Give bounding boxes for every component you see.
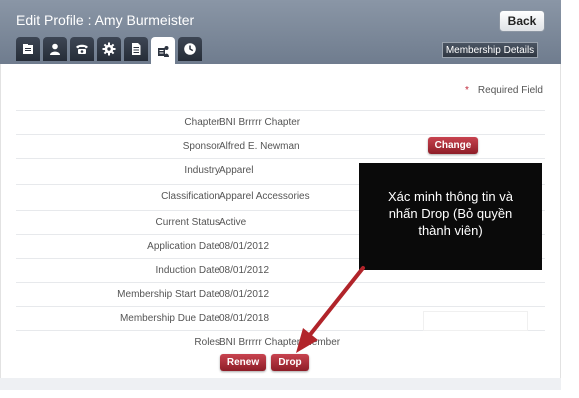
clock-icon (184, 43, 196, 55)
field-label: Application Date (147, 241, 220, 252)
tab-notes[interactable] (124, 37, 148, 61)
phone-icon (76, 44, 88, 54)
membership-icon (158, 45, 169, 57)
page-title: Edit Profile : Amy Burmeister (16, 12, 195, 28)
field-value: Apparel Accessories (219, 191, 310, 202)
required-field-text: Required Field (477, 85, 543, 96)
field-value: BNI Brrrrr Chapter (219, 117, 301, 128)
field-label: Sponsor (182, 141, 220, 152)
field-value: Apparel (219, 165, 254, 176)
required-marker: * (465, 85, 469, 96)
profile-tabs (16, 37, 202, 64)
field-value: 08/01/2012 (219, 289, 270, 300)
tab-settings[interactable] (97, 37, 121, 61)
callout-line: nhấn Drop (Bỏ quyền (388, 206, 513, 221)
tab-phone[interactable] (70, 37, 94, 61)
field-value: 08/01/2012 (219, 265, 270, 276)
tab-document[interactable] (16, 37, 40, 61)
notes-icon (132, 43, 141, 55)
tab-history[interactable] (178, 37, 202, 61)
renew-button[interactable]: Renew (220, 354, 266, 371)
gear-icon (102, 42, 116, 56)
person-icon (50, 43, 60, 55)
tab-person[interactable] (43, 37, 67, 61)
tab-membership[interactable] (151, 37, 175, 64)
document-icon (23, 44, 33, 54)
form-row-roles: Roles BNI Brrrrr Chapter-Member (16, 330, 545, 354)
field-label: Roles (194, 337, 220, 348)
field-label: Chapter (184, 117, 220, 128)
field-label: Industry (184, 165, 220, 176)
field-label: Induction Date (155, 265, 221, 276)
field-value: Alfred E. Newman (219, 141, 300, 152)
drop-button[interactable]: Drop (271, 354, 309, 371)
field-label: Classification (161, 191, 220, 202)
field-label: Membership Start Date (117, 289, 220, 300)
required-field-note: * Required Field (465, 85, 543, 96)
page-header: Edit Profile : Amy Burmeister Back Membe… (0, 0, 561, 64)
form-row-chapter: Chapter BNI Brrrrr Chapter (16, 110, 545, 134)
instruction-callout: Xác minh thông tin và nhấn Drop (Bỏ quyề… (359, 163, 542, 270)
back-button[interactable]: Back (499, 10, 545, 32)
footer-bar (0, 378, 561, 390)
field-value: Active (219, 217, 247, 228)
field-label: Current Status (155, 217, 220, 228)
field-value: BNI Brrrrr Chapter-Member (219, 337, 341, 348)
form-row-membership-start-date: Membership Start Date 08/01/2012 (16, 282, 545, 306)
callout-line: thành viên) (418, 223, 483, 238)
change-sponsor-button[interactable]: Change (428, 137, 478, 154)
membership-details-button[interactable]: Membership Details (442, 42, 538, 58)
field-value: 08/01/2012 (219, 241, 270, 252)
field-label: Membership Due Date (119, 313, 220, 324)
field-value: 08/01/2018 (219, 313, 270, 324)
callout-line: Xác minh thông tin và (387, 189, 514, 204)
blank-overlay (423, 311, 528, 331)
